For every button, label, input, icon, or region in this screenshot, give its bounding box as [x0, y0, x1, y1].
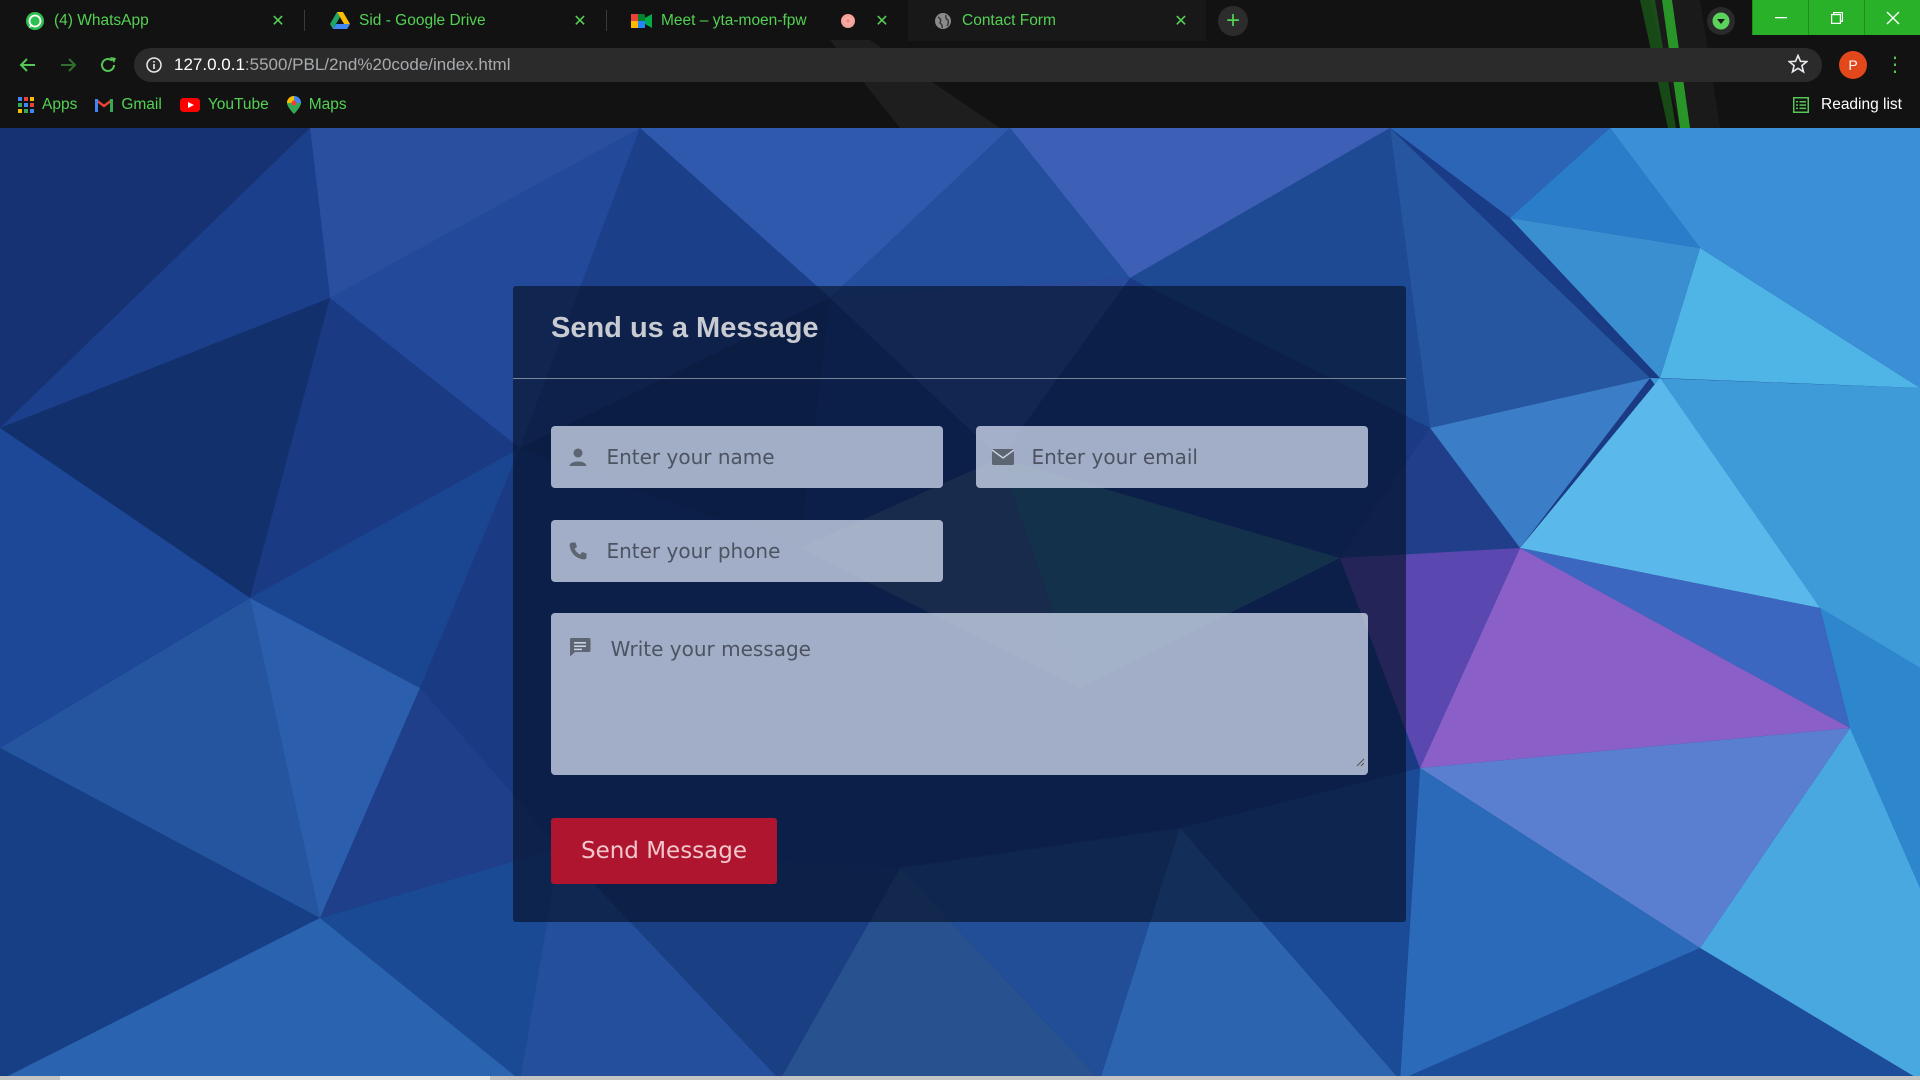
new-tab-button[interactable]: + — [1218, 6, 1248, 36]
url-text: 127.0.0.1:5500/PBL/2nd%20code/index.html — [174, 55, 510, 75]
reading-list-icon — [1793, 97, 1809, 113]
window-controls — [1752, 0, 1920, 35]
bookmarks-bar: Apps Gmail YouTube Maps Reading list — [0, 89, 1920, 121]
menu-kebab-icon[interactable]: ⋮ — [1885, 51, 1905, 79]
reading-list-button[interactable]: Reading list — [1793, 89, 1902, 121]
bookmark-youtube[interactable]: YouTube — [179, 96, 269, 114]
youtube-icon — [179, 98, 200, 112]
bookmark-label: Maps — [308, 96, 347, 113]
gmail-icon — [95, 98, 114, 112]
chat-bubble-icon — [551, 613, 609, 657]
bookmark-label: Apps — [42, 96, 78, 113]
google-meet-icon — [631, 10, 653, 32]
email-input[interactable] — [1029, 444, 1368, 470]
tab-whatsapp[interactable]: (4) WhatsApp ✕ — [0, 0, 303, 41]
contact-form-card: Send us a Message Enter your name Enter … — [513, 286, 1406, 922]
apps-grid-icon — [18, 97, 34, 113]
user-icon — [551, 447, 604, 467]
close-window-button[interactable] — [1864, 0, 1920, 35]
bookmark-star-icon[interactable] — [1787, 53, 1809, 79]
scrollbar-thumb[interactable] — [60, 1076, 490, 1080]
recording-indicator-icon — [841, 13, 855, 28]
url-host: 127.0.0.1 — [174, 55, 245, 74]
whatsapp-icon — [24, 10, 46, 32]
reload-button[interactable] — [94, 51, 122, 79]
reading-list-label: Reading list — [1821, 96, 1902, 113]
minimize-button[interactable] — [1752, 0, 1808, 35]
phone-field[interactable] — [551, 520, 943, 582]
message-textarea[interactable] — [608, 635, 1368, 755]
bookmark-apps[interactable]: Apps — [18, 96, 77, 114]
tab-strip: (4) WhatsApp ✕ Sid - Google Drive ✕ Meet… — [0, 0, 1920, 41]
close-icon[interactable]: ✕ — [569, 11, 591, 31]
envelope-icon — [976, 449, 1029, 465]
name-field[interactable] — [551, 426, 943, 488]
name-input[interactable] — [604, 444, 943, 470]
tab-google-drive[interactable]: Sid - Google Drive ✕ — [305, 0, 605, 41]
tab-title: (4) WhatsApp — [54, 11, 149, 29]
tab-title: Contact Form — [962, 11, 1056, 29]
bookmark-label: YouTube — [207, 96, 269, 113]
google-drive-icon — [329, 10, 351, 32]
globe-icon — [932, 10, 954, 32]
browser-toolbar: 127.0.0.1:5500/PBL/2nd%20code/index.html… — [0, 41, 1920, 89]
bookmark-gmail[interactable]: Gmail — [95, 96, 162, 114]
extension-shield-icon[interactable] — [1707, 7, 1735, 35]
close-icon[interactable]: ✕ — [871, 11, 893, 31]
bookmark-label: Gmail — [121, 96, 162, 113]
phone-icon — [551, 541, 604, 561]
maps-pin-icon — [286, 96, 301, 114]
bookmark-maps[interactable]: Maps — [286, 96, 347, 114]
horizontal-scrollbar[interactable] — [0, 1076, 1920, 1080]
form-title: Send us a Message — [551, 312, 819, 344]
page-viewport: Send us a Message Enter your name Enter … — [0, 128, 1920, 1080]
resize-handle-icon[interactable] — [1355, 754, 1365, 772]
restore-button[interactable] — [1808, 0, 1864, 35]
tab-title: Meet – yta-moen-fpw — [661, 11, 807, 29]
site-info-icon[interactable] — [134, 57, 174, 73]
tab-contact-form[interactable]: Contact Form ✕ — [908, 0, 1206, 41]
tab-google-meet[interactable]: Meet – yta-moen-fpw ✕ — [607, 0, 907, 41]
send-message-button[interactable]: Send Message — [551, 818, 777, 884]
title-divider — [513, 378, 1406, 379]
phone-input[interactable] — [604, 538, 943, 564]
url-path: :5500/PBL/2nd%20code/index.html — [244, 55, 511, 74]
browser-chrome: (4) WhatsApp ✕ Sid - Google Drive ✕ Meet… — [0, 0, 1920, 128]
profile-avatar[interactable]: P — [1839, 51, 1867, 79]
back-button[interactable] — [14, 51, 42, 79]
message-field[interactable] — [551, 613, 1368, 775]
address-bar[interactable]: 127.0.0.1:5500/PBL/2nd%20code/index.html — [134, 48, 1822, 82]
tab-title: Sid - Google Drive — [359, 11, 486, 29]
close-icon[interactable]: ✕ — [267, 11, 289, 31]
forward-button[interactable] — [54, 51, 82, 79]
email-field[interactable] — [976, 426, 1368, 488]
close-icon[interactable]: ✕ — [1170, 11, 1192, 31]
